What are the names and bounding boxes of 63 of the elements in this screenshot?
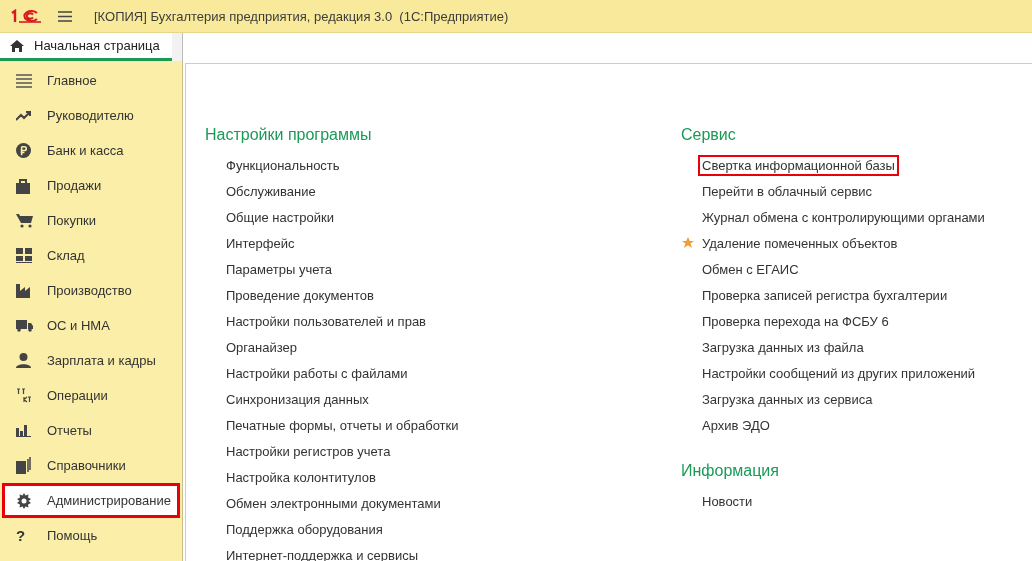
menu-link[interactable]: Настройки пользователей и прав [222,310,431,332]
grid-icon [16,248,32,263]
sidebar-item[interactable]: Справочники [2,448,180,483]
menu-link[interactable]: Обмен с ЕГАИС [698,258,803,280]
menu-link[interactable]: Архив ЭДО [698,414,774,436]
ruble-coin-icon [16,143,31,158]
logo-icon [11,9,41,23]
sidebar-item[interactable]: Склад [2,238,180,273]
menu-icon[interactable] [58,10,72,22]
menu-link[interactable]: Интерфейс [222,232,299,254]
menu-link[interactable]: Настройка колонтитулов [222,466,380,488]
menu-link[interactable]: Настройки регистров учета [222,440,395,462]
menu-link[interactable]: Журнал обмена с контролирующими органами [698,206,989,228]
section-heading: Сервис [681,126,736,145]
menu-link[interactable]: Удаление помеченных объектов [698,232,902,254]
sidebar-item[interactable]: Покупки [2,203,180,238]
debit-credit-icon [16,388,32,403]
menu-link[interactable]: Обмен электронными документами [222,492,445,514]
books-icon [16,457,31,474]
sidebar-item[interactable]: Администрирование [2,483,180,518]
sidebar-item[interactable]: Главное [2,63,180,98]
sidebar-item[interactable]: Операции [2,378,180,413]
window-title: [КОПИЯ] Бухгалтерия предприятия, редакция 3.0 (1С:Предприятие) [94,8,509,24]
menu-link[interactable]: Проведение документов [222,284,378,306]
cart-icon [16,213,33,228]
menu-link[interactable]: Органайзер [222,336,301,358]
sidebar-item[interactable]: Производство [2,273,180,308]
tab[interactable]: Начальная страница [0,33,172,61]
menu-link[interactable]: Поддержка оборудования [222,518,387,540]
sidebar-item[interactable]: ОС и НМА [2,308,180,343]
sidebar-item[interactable]: Руководителю [2,98,180,133]
menu-link[interactable]: Проверка записей регистра бухгалтерии [698,284,952,306]
section-heading: Информация [681,462,779,481]
menu-link[interactable]: Синхронизация данных [222,388,373,410]
menu-link[interactable]: Настройки работы с файлами [222,362,412,384]
sidebar-item[interactable]: Отчеты [2,413,180,448]
section-heading: Настройки программы [205,126,372,145]
truck-icon [16,319,33,332]
sidebar-item[interactable]: Банк и касса [2,133,180,168]
menu-link[interactable]: Проверка перехода на ФСБУ 6 [698,310,893,332]
menu-link[interactable]: Общие настройки [222,206,338,228]
menu-link[interactable]: Функциональность [222,154,344,176]
menu-link[interactable]: Новости [698,490,757,512]
menu-link[interactable]: Перейти в облачный сервис [698,180,877,202]
factory-icon [16,283,32,298]
menu-link[interactable]: Загрузка данных из сервиса [698,388,877,410]
sidebar-item[interactable]: Продажи [2,168,180,203]
trend-arrow-icon [16,110,32,121]
menu-link[interactable]: Свертка информационной базы [698,154,899,176]
menu-link[interactable]: Печатные формы, отчеты и обработки [222,414,463,436]
home-icon [10,39,24,52]
menu-link[interactable]: Обслуживание [222,180,320,202]
sidebar-item[interactable]: ? Помощь [2,518,180,553]
menu-link[interactable]: Загрузка данных из файла [698,336,868,358]
sidebar-item[interactable]: Зарплата и кадры [2,343,180,378]
menu-link[interactable]: Параметры учета [222,258,337,280]
question-mark-icon: ? [16,527,26,544]
menu-link[interactable]: Настройки сообщений из других приложений [698,362,980,384]
menu-lines-icon [16,73,32,88]
shopping-bag-icon [16,177,30,194]
person-icon [16,353,31,368]
bar-chart-icon [16,424,31,437]
settings-icon [16,492,32,509]
